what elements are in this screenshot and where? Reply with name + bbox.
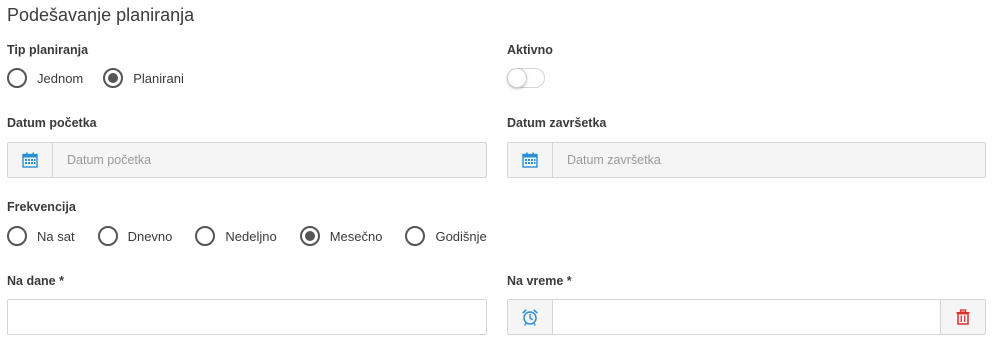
radio-na-sat-circle[interactable] [7, 226, 27, 246]
radio-na-sat-label: Na sat [37, 228, 75, 244]
page-title: Podešavanje planiranja [7, 5, 195, 25]
datum-pocetka-input[interactable] [53, 143, 486, 177]
frekvencija-label: Frekvencija [7, 200, 76, 214]
radio-planirani[interactable]: Planirani [103, 68, 184, 88]
radio-nedeljno[interactable]: Nedeljno [195, 226, 277, 246]
na-vreme-label: Na vreme * [507, 274, 572, 288]
na-dane-field [7, 299, 487, 335]
radio-godisnje-circle[interactable] [405, 226, 426, 246]
na-vreme-input-group [507, 299, 986, 335]
tip-planiranja-label: Tip planiranja [7, 43, 89, 57]
radio-dnevno-circle[interactable] [97, 226, 118, 246]
datum-pocetka-label: Datum početka [7, 116, 97, 130]
datum-zavrsetka-input[interactable] [553, 143, 985, 177]
radio-nedeljno-label: Nedeljno [225, 228, 277, 244]
radio-dnevno[interactable]: Dnevno [97, 226, 173, 246]
radio-mesecno-label: Mesečno [329, 228, 383, 244]
radio-jednom[interactable]: Jednom [7, 68, 83, 88]
trash-icon[interactable] [940, 300, 985, 334]
radio-mesecno[interactable]: Mesečno [299, 226, 383, 246]
calendar-icon[interactable] [508, 143, 553, 177]
radio-mesecno-circle[interactable] [299, 226, 320, 246]
radio-dnevno-label: Dnevno [127, 228, 173, 244]
radio-planirani-circle[interactable] [103, 68, 124, 88]
tip-planiranja-radio-group: Jednom Planirani [7, 67, 184, 89]
na-dane-label: Na dane * [7, 274, 64, 288]
radio-godisnje-label: Godišnje [435, 228, 487, 244]
alarm-clock-icon[interactable] [508, 300, 553, 334]
aktivno-toggle[interactable] [507, 68, 545, 88]
na-vreme-input[interactable] [553, 300, 940, 334]
aktivno-label: Aktivno [507, 43, 553, 57]
radio-na-sat[interactable]: Na sat [7, 226, 75, 246]
frekvencija-radio-group: Na sat Dnevno Nedeljno Mesečno Godišnje [7, 225, 487, 247]
radio-planirani-label: Planirani [133, 70, 184, 86]
datum-pocetka-input-group [7, 142, 487, 178]
datum-zavrsetka-label: Datum završetka [507, 116, 607, 130]
calendar-icon[interactable] [8, 143, 53, 177]
radio-jednom-label: Jednom [37, 70, 84, 86]
datum-zavrsetka-input-group [507, 142, 986, 178]
radio-godisnje[interactable]: Godišnje [405, 226, 487, 246]
na-dane-input[interactable] [8, 300, 486, 334]
toggle-knob [507, 68, 527, 88]
radio-jednom-circle[interactable] [7, 68, 27, 88]
radio-nedeljno-circle[interactable] [195, 226, 216, 246]
